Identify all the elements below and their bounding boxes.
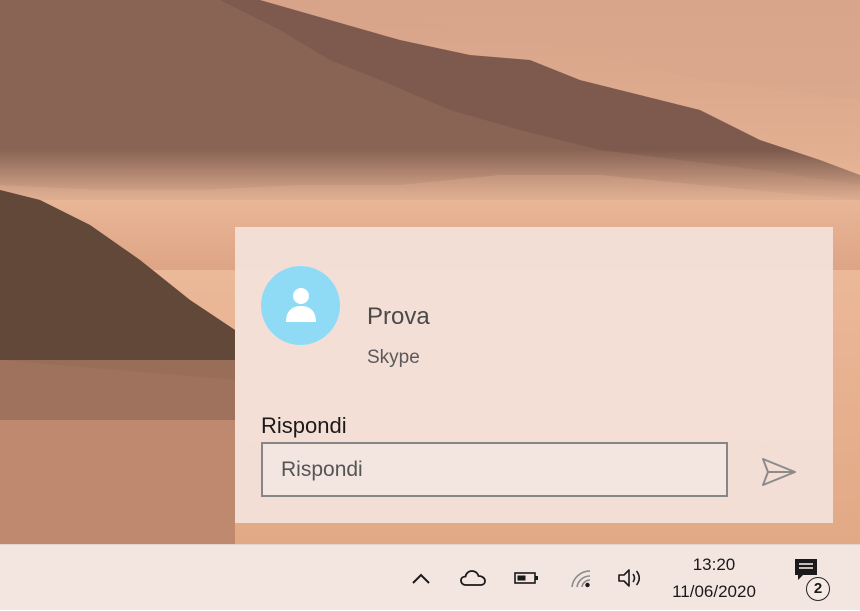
clock-date: 11/06/2020 bbox=[672, 582, 756, 601]
avatar bbox=[261, 266, 340, 345]
reply-label: Rispondi bbox=[261, 413, 347, 438]
person-icon bbox=[286, 288, 316, 322]
battery-icon bbox=[514, 572, 538, 584]
toast-notification[interactable]: Prova Skype Rispondi bbox=[235, 227, 833, 523]
wifi-icon bbox=[571, 570, 591, 588]
send-icon bbox=[762, 458, 796, 486]
battery-button[interactable] bbox=[510, 545, 544, 611]
onedrive-button[interactable] bbox=[456, 545, 490, 611]
reply-input[interactable] bbox=[261, 442, 728, 497]
chevron-up-icon bbox=[412, 573, 430, 584]
clock[interactable]: 13:20 11/06/2020 bbox=[658, 551, 770, 605]
clock-time: 13:20 bbox=[692, 555, 736, 574]
taskbar: 13:20 11/06/2020 2 bbox=[0, 544, 860, 610]
volume-icon bbox=[618, 569, 641, 587]
volume-button[interactable] bbox=[612, 545, 648, 611]
show-hidden-icons-button[interactable] bbox=[406, 545, 436, 611]
send-button[interactable] bbox=[759, 455, 799, 489]
sender-name: Prova bbox=[367, 303, 430, 330]
cloud-icon bbox=[460, 570, 486, 586]
network-button[interactable] bbox=[564, 545, 598, 611]
app-name: Skype bbox=[367, 347, 420, 368]
notification-count-badge: 2 bbox=[806, 577, 830, 601]
